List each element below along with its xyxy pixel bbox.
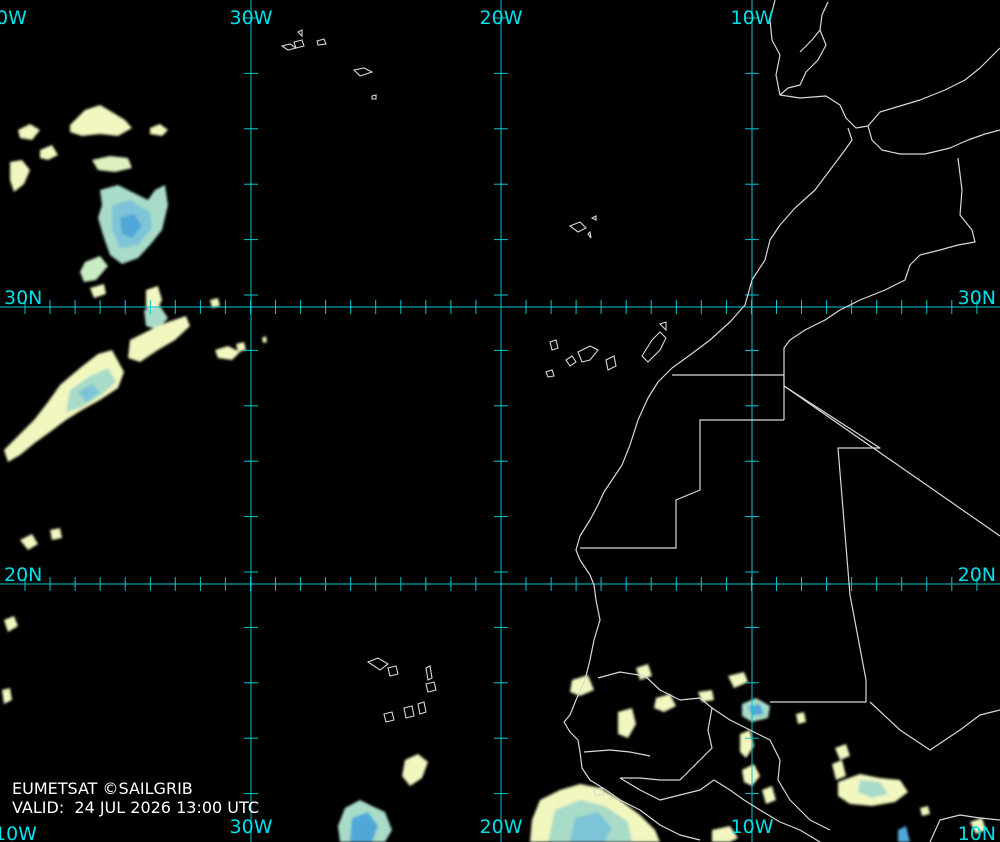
satellite-map: 0W 30W 20W 10W 30N 20N 30N 20N 10W 30W 2… <box>0 0 1000 842</box>
lat-label-right: 30N <box>958 287 996 309</box>
valid-time-line: VALID: 24 JUL 2026 13:00 UTC <box>12 799 259 817</box>
lon-label-top: 20W <box>480 7 523 29</box>
lon-label-bottom: 10W <box>731 816 774 838</box>
credit-text: EUMETSAT ©SAILGRIB <box>12 779 193 798</box>
cloud-patch <box>50 528 62 540</box>
valid-time: 24 JUL 2026 13:00 UTC <box>74 798 259 817</box>
valid-label: VALID: <box>12 798 65 817</box>
lon-label-bottom: 30W <box>230 816 273 838</box>
lon-label-top: 0W <box>0 7 27 29</box>
lat-label-left: 30N <box>4 287 42 309</box>
lon-label-top: 10W <box>731 7 774 29</box>
map-background <box>0 0 1000 842</box>
lon-label-bottom: 10W <box>0 823 37 842</box>
map-canvas: 0W 30W 20W 10W 30N 20N 30N 20N 10W 30W 2… <box>0 0 1000 842</box>
lat-label-left: 20N <box>4 564 42 586</box>
lat-label-right: 20N <box>958 564 996 586</box>
lon-label-bottom: 20W <box>480 816 523 838</box>
lat-label-right: 10N <box>958 823 996 842</box>
lon-label-top: 30W <box>230 7 273 29</box>
